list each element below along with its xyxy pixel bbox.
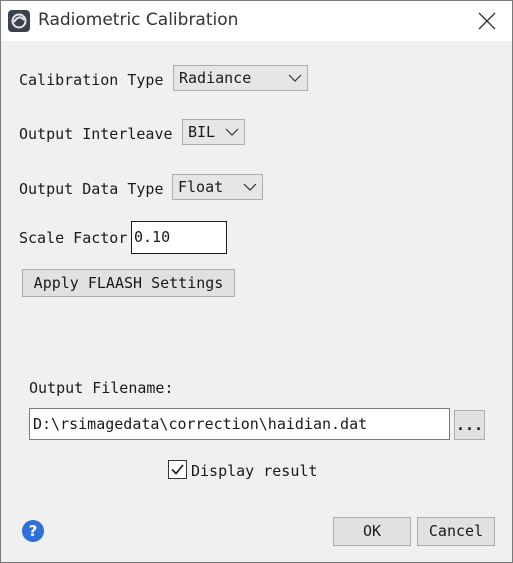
radiometric-calibration-dialog: Radiometric Calibration Calibration Type… — [0, 0, 513, 563]
scale-factor-value: 0.10 — [134, 228, 171, 246]
chevron-down-icon — [225, 128, 239, 136]
chevron-down-icon — [243, 183, 257, 191]
calibration-type-dropdown[interactable]: Radiance — [173, 65, 308, 91]
apply-flaash-settings-button[interactable]: Apply FLAASH Settings — [22, 269, 235, 297]
close-button[interactable] — [467, 2, 507, 40]
output-interleave-dropdown[interactable]: BIL — [182, 119, 245, 145]
calibration-type-label: Calibration Type — [19, 71, 164, 89]
output-interleave-value: BIL — [188, 123, 216, 141]
output-filename-value: D:\rsimagedata\correction\haidian.dat — [33, 415, 368, 433]
checkmark-icon — [171, 464, 184, 475]
output-filename-label: Output Filename: — [29, 379, 174, 397]
browse-button[interactable]: ... — [454, 410, 485, 440]
output-data-type-dropdown[interactable]: Float — [172, 174, 263, 200]
window-title: Radiometric Calibration — [38, 10, 239, 30]
cancel-button[interactable]: Cancel — [417, 517, 495, 546]
output-filename-input[interactable]: D:\rsimagedata\correction\haidian.dat — [29, 408, 450, 440]
scale-factor-input[interactable]: 0.10 — [131, 221, 227, 254]
scale-factor-label: Scale Factor — [19, 229, 128, 247]
close-icon — [478, 12, 496, 30]
chevron-down-icon — [288, 74, 302, 82]
ok-button[interactable]: OK — [333, 517, 411, 546]
app-icon — [8, 10, 30, 32]
display-result-label: Display result — [191, 462, 318, 480]
display-result-checkbox[interactable] — [168, 460, 187, 479]
calibration-type-value: Radiance — [179, 69, 252, 87]
output-data-type-value: Float — [178, 178, 224, 196]
title-bar: Radiometric Calibration — [1, 1, 512, 41]
help-icon[interactable]: ? — [22, 520, 44, 542]
output-interleave-label: Output Interleave — [19, 125, 173, 143]
output-data-type-label: Output Data Type — [19, 180, 164, 198]
